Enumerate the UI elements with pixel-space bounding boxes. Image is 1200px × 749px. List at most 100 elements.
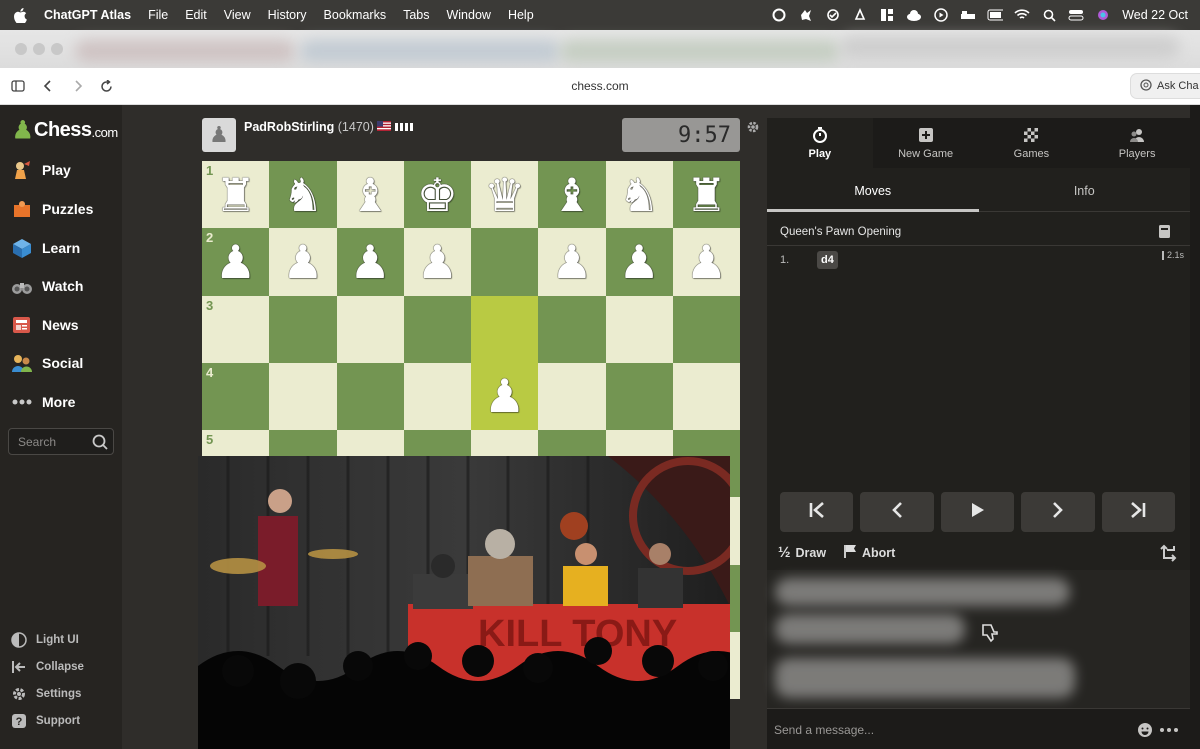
battery-icon[interactable] (987, 8, 1004, 22)
board-square[interactable]: ♚ (403, 161, 471, 229)
zoom-window-button[interactable] (51, 43, 63, 55)
menu-help[interactable]: Help (508, 8, 534, 22)
menu-edit[interactable]: Edit (185, 8, 207, 22)
board-square[interactable] (471, 228, 539, 296)
avatar[interactable]: ♟ (202, 118, 236, 152)
chess-piece[interactable]: ♟ (686, 239, 727, 285)
board-square[interactable] (471, 295, 539, 363)
board-square[interactable]: ♝ (336, 161, 404, 229)
tab-blurred[interactable] (840, 36, 1180, 58)
sidebar-item-learn[interactable]: Learn (10, 235, 80, 261)
flip-board-icon[interactable] (1160, 544, 1178, 562)
close-window-button[interactable] (15, 43, 27, 55)
sidebar-item-more[interactable]: More (10, 389, 75, 415)
minimize-window-button[interactable] (33, 43, 45, 55)
chess-piece[interactable]: ♛ (484, 172, 525, 218)
sidebar-item-watch[interactable]: Watch (10, 273, 83, 299)
chess-piece[interactable]: ♜ (215, 172, 256, 218)
board-square[interactable]: ♞ (269, 161, 337, 229)
chess-piece[interactable]: ♟ (619, 239, 660, 285)
board-square[interactable]: ♟ (403, 228, 471, 296)
chess-piece[interactable]: ♝ (350, 172, 391, 218)
sidebar-item-puzzles[interactable]: Puzzles (10, 196, 93, 222)
cloud-icon[interactable] (906, 8, 922, 22)
board-square[interactable]: ♟ (605, 228, 673, 296)
board-square[interactable]: 4 (202, 362, 270, 430)
chess-piece[interactable]: ♟ (417, 239, 458, 285)
board-square[interactable]: ♟ (672, 228, 740, 296)
last-move-button[interactable] (1101, 492, 1176, 532)
chess-piece[interactable]: ♚ (417, 172, 458, 218)
chess-piece[interactable]: ♟ (215, 239, 256, 285)
tab-blurred[interactable] (560, 40, 840, 62)
tab-info[interactable]: Info (979, 178, 1191, 211)
previous-move-button[interactable] (860, 492, 934, 532)
chess-piece[interactable]: ♟ (551, 239, 592, 285)
media-play-icon[interactable] (933, 8, 949, 22)
video-overlay[interactable]: KILL TONY (198, 456, 730, 749)
chesscom-logo[interactable]: ♟ Chess .com (12, 115, 118, 145)
menu-view[interactable]: View (224, 8, 251, 22)
siri-icon[interactable] (1095, 8, 1111, 22)
abort-button[interactable]: Abort (843, 544, 895, 561)
sidebar-support[interactable]: ? Support (10, 711, 80, 731)
chat-input[interactable]: Send a message... (774, 723, 874, 737)
board-square[interactable]: ♞ (605, 161, 673, 229)
next-move-button[interactable] (1021, 492, 1095, 532)
board-square[interactable]: ♛ (471, 161, 539, 229)
board-square[interactable] (672, 362, 740, 430)
move-white[interactable]: d4 (817, 251, 838, 269)
board-square[interactable] (403, 362, 471, 430)
app-name[interactable]: ChatGPT Atlas (44, 8, 131, 22)
board-square[interactable]: ♝ (538, 161, 606, 229)
sidebar-item-play[interactable]: Play (10, 157, 71, 183)
tab-players[interactable]: Players (1084, 118, 1190, 168)
opening-label[interactable]: Queen's Pawn Opening (780, 226, 901, 238)
spotlight-search-icon[interactable] (1041, 8, 1057, 22)
menu-bookmarks[interactable]: Bookmarks (324, 8, 387, 22)
tab-play[interactable]: Play (767, 118, 873, 168)
opponent-name[interactable]: PadRobStirling (244, 120, 334, 134)
chess-piece[interactable]: ♜ (686, 172, 727, 218)
window-tile-icon[interactable] (879, 8, 895, 22)
control-center-icon[interactable] (1068, 8, 1085, 22)
sidebar-item-news[interactable]: News (10, 312, 79, 338)
board-square[interactable]: 3 (202, 295, 270, 363)
thumbs-down-icon[interactable] (979, 623, 999, 643)
board-square[interactable]: ♟ (336, 228, 404, 296)
chess-piece[interactable]: ♝ (551, 172, 592, 218)
search-icon[interactable] (92, 434, 108, 453)
app-status-icon[interactable] (852, 8, 868, 22)
menu-tabs[interactable]: Tabs (403, 8, 429, 22)
board-square[interactable]: ♟ (538, 228, 606, 296)
sidebar-item-social[interactable]: Social (10, 350, 83, 376)
board-square[interactable] (538, 362, 606, 430)
sidebar-light-ui[interactable]: Light UI (10, 630, 79, 650)
board-square[interactable]: 1 ♜ (202, 161, 270, 229)
board-square[interactable] (336, 295, 404, 363)
board-square[interactable]: ♜ (672, 161, 740, 229)
board-square[interactable] (605, 295, 673, 363)
board-square[interactable] (403, 295, 471, 363)
chess-piece[interactable]: ♟ (484, 373, 525, 419)
board-square[interactable] (269, 362, 337, 430)
chess-piece[interactable]: ♟ (350, 239, 391, 285)
board-square[interactable] (538, 295, 606, 363)
sidebar-settings[interactable]: Settings (10, 684, 81, 704)
first-move-button[interactable] (780, 492, 854, 532)
play-moves-button[interactable] (940, 492, 1015, 532)
tab-blurred[interactable] (75, 40, 295, 62)
menu-file[interactable]: File (148, 8, 168, 22)
board-square[interactable]: ♟ (269, 228, 337, 296)
bed-icon[interactable] (960, 8, 976, 22)
emoji-icon[interactable] (1137, 722, 1153, 738)
tab-games[interactable]: Games (978, 118, 1085, 168)
url-field[interactable]: chess.com (0, 79, 1200, 93)
apple-menu-icon[interactable] (14, 7, 28, 23)
menubar-clock[interactable]: Wed 22 Oct (1122, 8, 1188, 22)
ask-chatgpt-button[interactable]: Ask Cha (1130, 73, 1200, 99)
sidebar-collapse[interactable]: Collapse (10, 657, 84, 677)
tab-moves[interactable]: Moves (767, 178, 979, 212)
tab-blurred[interactable] (300, 40, 560, 62)
board-square[interactable] (336, 362, 404, 430)
